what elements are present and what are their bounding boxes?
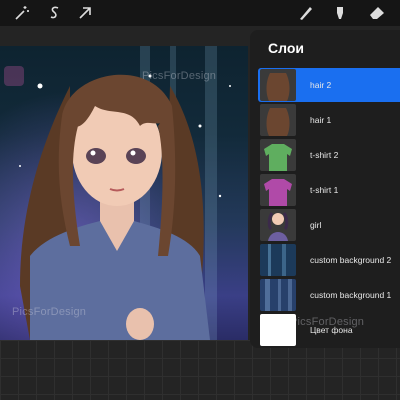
layers-panel: Слои PicsForDesign hair 2 hair 1 t-shirt… xyxy=(250,30,400,348)
layer-thumbnail xyxy=(260,209,296,241)
transform-arrow-icon[interactable] xyxy=(76,4,94,22)
layer-thumbnail xyxy=(260,69,296,101)
layer-t-shirt-2[interactable]: t-shirt 2 xyxy=(258,138,400,172)
workspace-background xyxy=(0,340,400,400)
watermark-text: PicsForDesign xyxy=(142,70,217,82)
layer-thumbnail xyxy=(260,244,296,276)
layer-hair-2[interactable]: hair 2 xyxy=(258,68,400,102)
watermark-logo-icon xyxy=(4,66,24,86)
layer-custom-background-2[interactable]: custom background 2 xyxy=(258,243,400,277)
layer-name: t-shirt 2 xyxy=(310,150,339,160)
brush-icon[interactable] xyxy=(297,4,315,22)
layer-name: Цвет фона xyxy=(310,325,353,335)
layer-thumbnail xyxy=(260,139,296,171)
watermark-text: PicsForDesign xyxy=(12,306,87,318)
layer-name: custom background 1 xyxy=(310,290,392,300)
layer-name: girl xyxy=(310,220,322,230)
layer-custom-background-1[interactable]: custom background 1 xyxy=(258,278,400,312)
top-toolbar xyxy=(0,0,400,26)
artwork xyxy=(19,46,231,340)
layer-name: custom background 2 xyxy=(310,255,392,265)
layers-title: Слои xyxy=(268,40,304,56)
eraser-icon[interactable] xyxy=(368,4,386,22)
layer-name: hair 2 xyxy=(310,80,332,90)
layer-thumbnail xyxy=(260,174,296,206)
layer-name: hair 1 xyxy=(310,115,332,125)
layer-thumbnail xyxy=(260,279,296,311)
layer-thumbnail xyxy=(260,314,296,346)
layer-girl[interactable]: girl xyxy=(258,208,400,242)
smudge-icon[interactable] xyxy=(331,4,349,22)
selection-s-icon[interactable] xyxy=(46,4,64,22)
layer-background-color[interactable]: Цвет фона xyxy=(258,313,400,347)
layer-t-shirt-1[interactable]: t-shirt 1 xyxy=(258,173,400,207)
drawing-canvas[interactable]: PicsForDesign PicsForDesign xyxy=(0,46,248,340)
magic-wand-icon[interactable] xyxy=(13,4,31,22)
layer-thumbnail xyxy=(260,104,296,136)
layer-hair-1[interactable]: hair 1 xyxy=(258,103,400,137)
layer-name: t-shirt 1 xyxy=(310,185,339,195)
